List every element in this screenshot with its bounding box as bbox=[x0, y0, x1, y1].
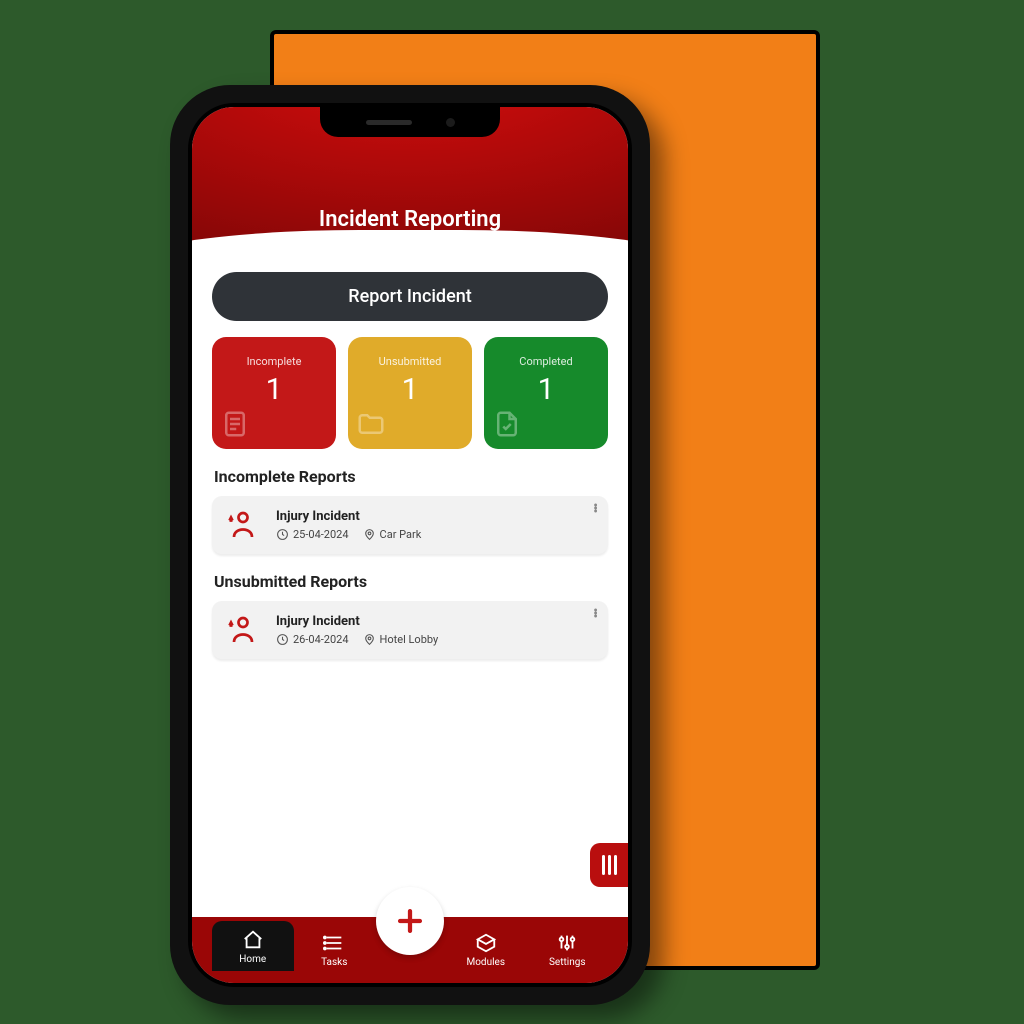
report-location: Car Park bbox=[380, 528, 422, 541]
section-title-incomplete: Incomplete Reports bbox=[214, 467, 608, 486]
tile-label: Incomplete bbox=[212, 355, 336, 368]
kebab-menu-icon[interactable]: ••• bbox=[593, 609, 598, 618]
tile-count: 1 bbox=[484, 372, 608, 407]
nav-home[interactable]: Home bbox=[212, 921, 294, 971]
nav-settings[interactable]: Settings bbox=[527, 932, 609, 968]
app-screen: Incident Reporting Report Incident Incom… bbox=[192, 107, 628, 983]
nav-tasks[interactable]: Tasks bbox=[294, 932, 376, 968]
tile-incomplete[interactable]: Incomplete 1 bbox=[212, 337, 336, 449]
tile-completed[interactable]: Completed 1 bbox=[484, 337, 608, 449]
settings-icon bbox=[556, 932, 578, 954]
folder-icon bbox=[356, 409, 386, 443]
add-button[interactable] bbox=[376, 887, 444, 955]
nav-label: Tasks bbox=[321, 957, 347, 968]
report-card[interactable]: Injury Incident 25-04-2024 Car Park bbox=[212, 496, 608, 554]
tile-label: Completed bbox=[484, 355, 608, 368]
tile-unsubmitted[interactable]: Unsubmitted 1 bbox=[348, 337, 472, 449]
page-title: Incident Reporting bbox=[319, 207, 501, 232]
nav-modules[interactable]: Modules bbox=[445, 932, 527, 968]
section-title-unsubmitted: Unsubmitted Reports bbox=[214, 572, 608, 591]
report-title: Injury Incident bbox=[276, 509, 596, 524]
nav-label: Home bbox=[239, 954, 266, 965]
side-menu-button[interactable] bbox=[590, 843, 628, 887]
tile-count: 1 bbox=[212, 372, 336, 407]
report-date: 26-04-2024 bbox=[293, 633, 349, 646]
home-icon bbox=[242, 929, 264, 951]
clock-icon bbox=[276, 633, 289, 646]
menu-bars-icon bbox=[602, 855, 617, 875]
report-incident-button[interactable]: Report Incident bbox=[212, 272, 608, 321]
file-check-icon bbox=[492, 409, 522, 443]
injury-icon bbox=[224, 506, 262, 544]
kebab-menu-icon[interactable]: ••• bbox=[593, 504, 598, 513]
location-icon bbox=[363, 528, 376, 541]
tasks-icon bbox=[323, 932, 345, 954]
location-icon bbox=[363, 633, 376, 646]
phone-notch bbox=[320, 107, 500, 137]
modules-icon bbox=[475, 932, 497, 954]
nav-label: Modules bbox=[467, 957, 505, 968]
report-card[interactable]: Injury Incident 26-04-2024 Hotel Lobby bbox=[212, 601, 608, 659]
injury-icon bbox=[224, 611, 262, 649]
phone-frame: Incident Reporting Report Incident Incom… bbox=[170, 85, 650, 1005]
report-title: Injury Incident bbox=[276, 614, 596, 629]
document-icon bbox=[220, 409, 250, 443]
clock-icon bbox=[276, 528, 289, 541]
report-date: 25-04-2024 bbox=[293, 528, 349, 541]
report-location: Hotel Lobby bbox=[380, 633, 439, 646]
tile-label: Unsubmitted bbox=[348, 355, 472, 368]
plus-icon bbox=[393, 904, 427, 938]
nav-label: Settings bbox=[549, 957, 586, 968]
status-tiles: Incomplete 1 Unsubmitted 1 bbox=[212, 337, 608, 449]
tile-count: 1 bbox=[348, 372, 472, 407]
